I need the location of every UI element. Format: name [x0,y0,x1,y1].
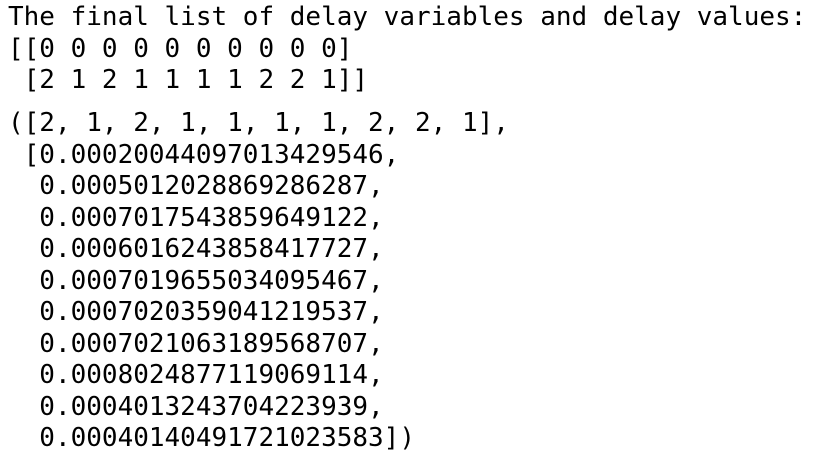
result-delay-value-line: 0.00040140491721023583]) [8,423,415,453]
stdout-array-row-2: [2 1 2 1 1 1 1 2 2 1]] [8,65,369,95]
result-delay-value-line: [0.00020044097013429546, [8,139,400,170]
result-delay-variables-line: ([2, 1, 2, 1, 1, 1, 1, 2, 2, 1], [8,108,509,138]
result-delay-value-line: 0.0008024877119069114, [8,360,384,390]
result-delay-value-line: 0.0007020359041219537, [8,297,384,327]
result-delay-value-line: 0.0006016243858417727, [8,234,384,264]
result-delay-value-line: 0.0007021063189568707, [8,328,384,359]
result-delay-value-line: 0.0007017543859649122, [8,202,384,233]
notebook-output: The final list of delay variables and de… [8,0,822,474]
execute-result-output: ([2, 1, 2, 1, 1, 1, 1, 2, 2, 1], [0.0002… [8,108,509,455]
stdout-array-row-1: [[0 0 0 0 0 0 0 0 0 0] [8,33,353,64]
result-delay-value-line: 0.0005012028869286287, [8,171,384,201]
result-delay-value-line: 0.0007019655034095467, [8,265,384,296]
stdout-heading-line: The final list of delay variables and de… [8,2,807,32]
result-delay-value-line: 0.0004013243704223939, [8,391,384,422]
stdout-output: The final list of delay variables and de… [8,2,806,97]
